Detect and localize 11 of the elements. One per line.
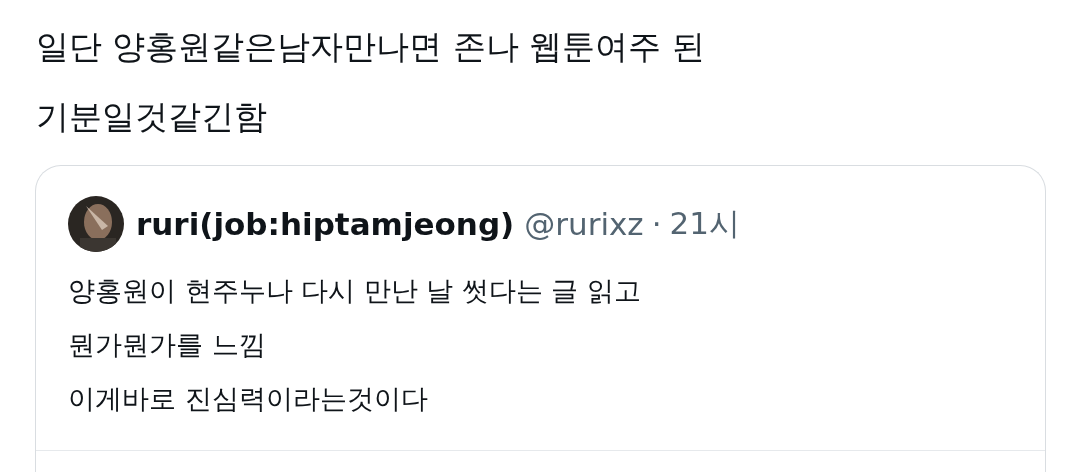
separator-dot: · <box>651 206 662 242</box>
post-text-line: 기분일것같긴함 <box>36 96 267 138</box>
quoted-post-card[interactable]: ruri(job:hiptamjeong) @rurixz · 21시 양홍원이 현주누나 다시 만난 날 썻다는 글 읽고 뭔가뭔가를 느낌 이게바로 진심력이라는것이다 <box>35 165 1046 472</box>
display-name[interactable]: ruri(job:hiptamjeong) <box>136 206 515 242</box>
quoted-text-line: 뭔가뭔가를 느낌 <box>68 328 266 362</box>
post-time[interactable]: 21시 <box>669 203 740 245</box>
avatar[interactable] <box>68 196 124 252</box>
user-handle[interactable]: @rurixz <box>524 206 644 242</box>
quoted-text-line: 이게바로 진심력이라는것이다 <box>68 382 428 416</box>
quoted-text-line: 양홍원이 현주누나 다시 만난 날 썻다는 글 읽고 <box>68 274 642 308</box>
post-text-line: 일단 양홍원같은남자만나면 존나 웹툰여주 된 <box>36 26 705 68</box>
